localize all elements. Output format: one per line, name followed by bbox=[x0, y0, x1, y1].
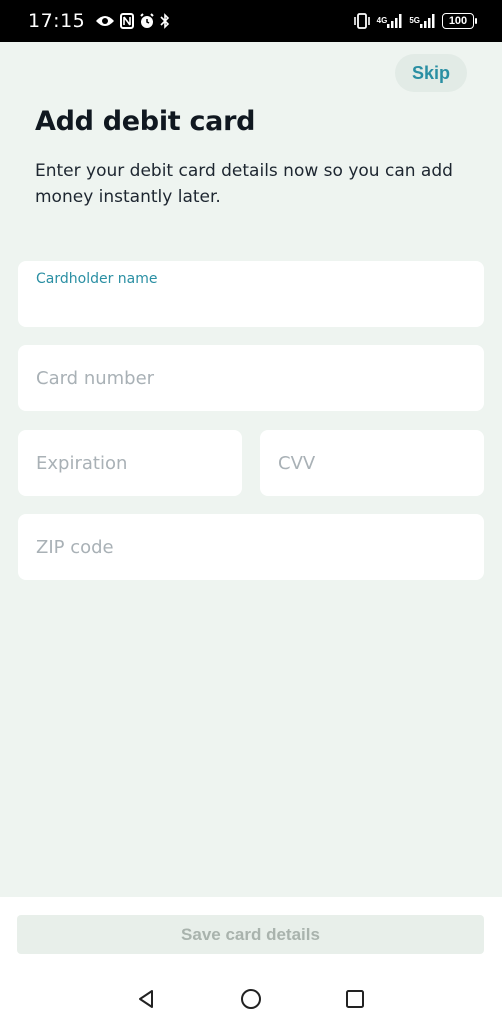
page-title: Add debit card bbox=[35, 106, 256, 137]
cvv-field[interactable] bbox=[260, 430, 484, 496]
nfc-icon bbox=[120, 13, 135, 29]
nav-back-button[interactable] bbox=[133, 986, 159, 1012]
status-bar: 17:15 4G 5G 100 bbox=[0, 0, 502, 42]
status-icons-left bbox=[95, 13, 170, 29]
cardholder-name-label: Cardholder name bbox=[36, 271, 158, 287]
back-icon bbox=[139, 990, 153, 1008]
cardholder-name-field[interactable]: Cardholder name bbox=[18, 261, 484, 327]
network-label-2: 5G bbox=[409, 16, 420, 25]
recents-icon bbox=[346, 990, 364, 1008]
bluetooth-icon bbox=[160, 13, 170, 29]
status-left: 17:15 bbox=[28, 10, 170, 32]
cvv-input[interactable] bbox=[260, 430, 484, 496]
page-subtitle: Enter your debit card details now so you… bbox=[35, 161, 453, 207]
home-icon bbox=[241, 989, 261, 1009]
battery-icon: 100 bbox=[442, 13, 477, 29]
alarm-icon bbox=[139, 13, 155, 29]
expiration-field[interactable] bbox=[18, 430, 242, 496]
card-number-field[interactable] bbox=[18, 345, 484, 411]
expiration-input[interactable] bbox=[18, 430, 242, 496]
nav-home-button[interactable] bbox=[238, 986, 264, 1012]
vibrate-icon bbox=[353, 13, 371, 29]
zip-code-input[interactable] bbox=[18, 514, 484, 580]
nav-recents-button[interactable] bbox=[342, 986, 368, 1012]
status-right: 4G 5G 100 bbox=[353, 13, 477, 29]
card-number-input[interactable] bbox=[18, 345, 484, 411]
signal-icon-2: 5G bbox=[409, 14, 436, 28]
save-card-details-button[interactable]: Save card details bbox=[17, 915, 484, 954]
signal-icon: 4G bbox=[377, 14, 404, 28]
skip-button[interactable]: Skip bbox=[395, 54, 467, 92]
zip-code-field[interactable] bbox=[18, 514, 484, 580]
status-time: 17:15 bbox=[28, 10, 86, 32]
network-label-1: 4G bbox=[376, 16, 388, 25]
eye-icon bbox=[95, 14, 115, 28]
